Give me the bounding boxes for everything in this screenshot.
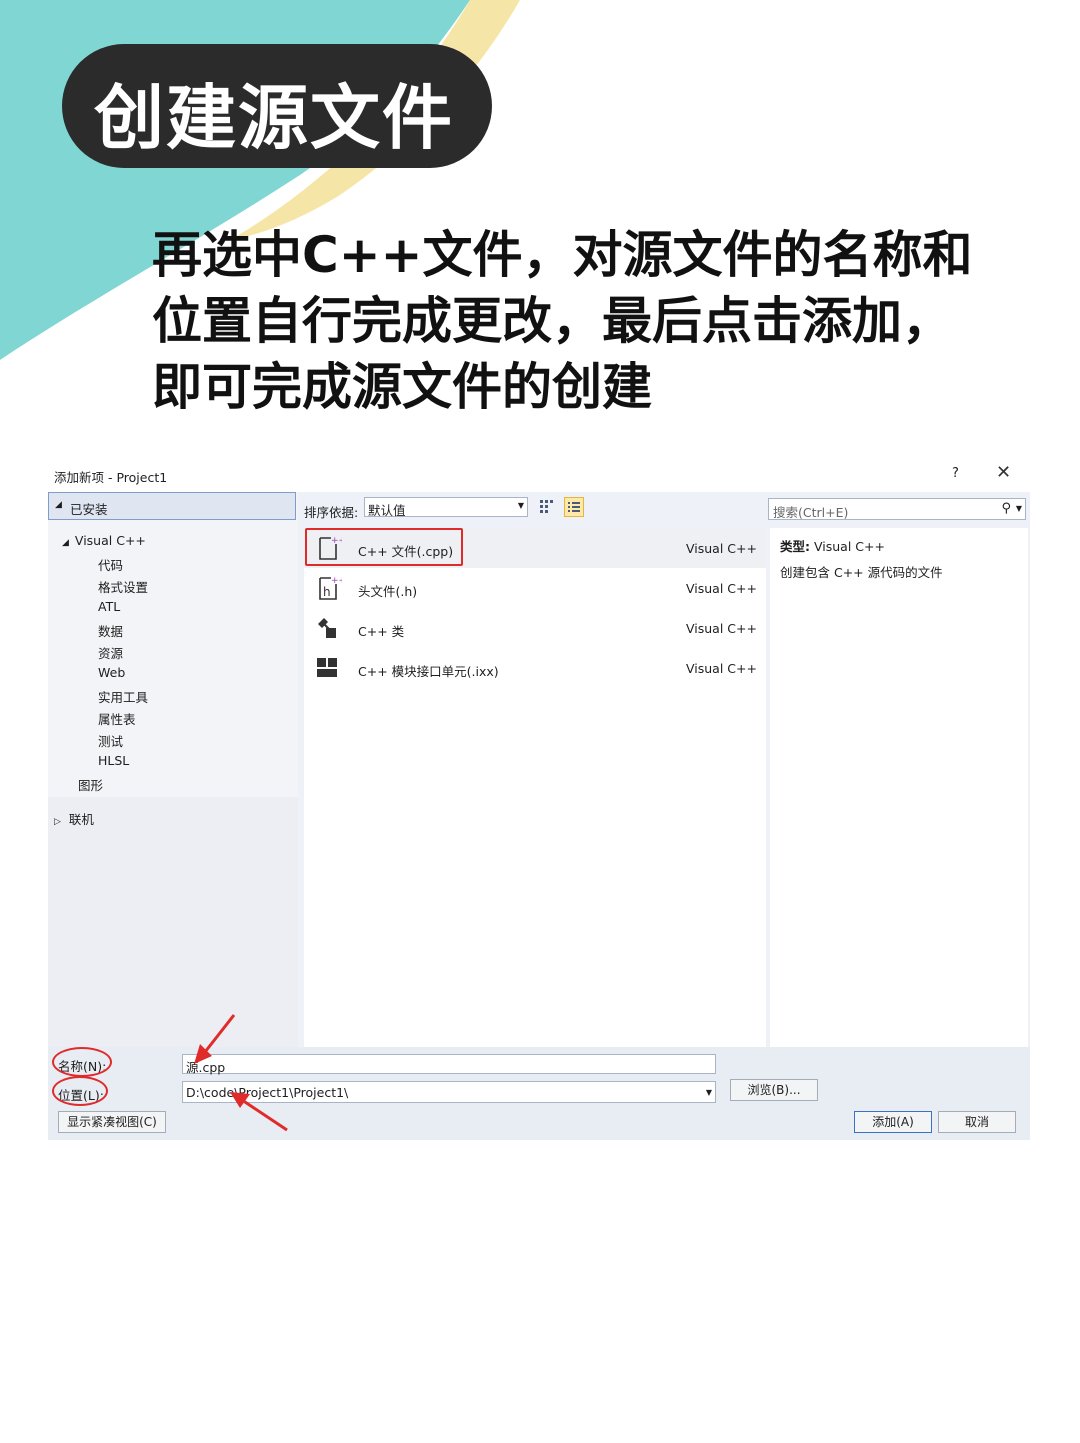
tree-item-visual-cpp[interactable]: ◢ Visual C++ (62, 533, 146, 548)
template-row-module[interactable]: C++ 模块接口单元(.ixx) Visual C++ (304, 648, 766, 688)
compact-view-button[interactable]: 显示紧凑视图(C) (58, 1111, 166, 1133)
template-language: Visual C++ (686, 621, 757, 636)
template-name: 头文件(.h) (358, 584, 418, 599)
template-name: C++ 类 (358, 624, 405, 639)
tree-item-utility[interactable]: 实用工具 (98, 687, 148, 706)
category-tree: ◢ 已安装 ◢ Visual C++ 代码 格式设置 ATL 数据 资源 Web … (48, 492, 298, 1047)
sort-value: 默认值 (368, 503, 406, 518)
sort-dropdown[interactable]: 默认值 ▼ (364, 497, 528, 518)
installed-label: 已安装 (70, 502, 108, 517)
name-field[interactable]: 源.cpp (182, 1054, 716, 1075)
search-placeholder: 搜索(Ctrl+E) (773, 505, 849, 520)
location-dropdown[interactable]: D:\code\Project1\Project1\ ▼ (182, 1081, 716, 1103)
installed-header[interactable]: ◢ 已安装 (48, 492, 296, 520)
template-info-pane: 类型: Visual C++ 创建包含 C++ 源代码的文件 (770, 528, 1028, 1047)
search-dropdown-icon[interactable]: ▼ (1016, 504, 1022, 513)
cpp-class-icon (318, 618, 336, 638)
template-language: Visual C++ (686, 541, 757, 556)
info-type-value: Visual C++ (813, 539, 885, 554)
template-list: ++ C++ 文件(.cpp) Visual C++ h ++ 头文件(.h) … (304, 528, 766, 1047)
svg-text:h: h (323, 585, 331, 599)
name-value: 源.cpp (186, 1060, 226, 1075)
online-label: 联机 (68, 812, 94, 827)
info-type-label: 类型: (780, 539, 810, 554)
list-view-icon[interactable] (564, 497, 584, 517)
tree-item-web[interactable]: Web (98, 665, 125, 680)
collapse-arrow-icon: ◢ (55, 500, 62, 510)
cancel-button[interactable]: 取消 (938, 1111, 1016, 1133)
tree-item-test[interactable]: 测试 (98, 731, 123, 750)
tree-item-data[interactable]: 数据 (98, 621, 123, 640)
tree-item-hlsl[interactable]: HLSL (98, 753, 129, 768)
template-language: Visual C++ (686, 661, 757, 676)
tree-root-label: Visual C++ (74, 533, 146, 548)
location-label-highlight (52, 1076, 108, 1106)
location-value: D:\code\Project1\Project1\ (186, 1085, 349, 1100)
browse-button[interactable]: 浏览(B)... (730, 1079, 818, 1101)
page-title: 创建源文件 (94, 77, 454, 159)
dialog-bottom-bar: 名称(N): 源.cpp 位置(L): D:\code\Project1\Pro… (48, 1047, 1030, 1140)
header-file-icon: h ++ (319, 576, 342, 600)
grid-view-icon[interactable] (540, 500, 554, 514)
template-row-header[interactable]: h ++ 头文件(.h) Visual C++ (304, 568, 766, 608)
dropdown-arrow-icon: ▼ (517, 501, 524, 510)
template-row-cpp[interactable]: ++ C++ 文件(.cpp) Visual C++ (304, 528, 766, 568)
template-row-class[interactable]: C++ 类 Visual C++ (304, 608, 766, 648)
search-icon[interactable]: ⚲ (1001, 501, 1011, 516)
svg-text:++: ++ (331, 576, 342, 586)
sort-label: 排序依据: (304, 505, 359, 520)
tree-item-online[interactable]: ▷ 联机 (54, 809, 94, 828)
add-button[interactable]: 添加(A) (854, 1111, 932, 1133)
instruction-line-1: 再选中C++文件，对源文件的名称和 (152, 226, 973, 284)
info-description: 创建包含 C++ 源代码的文件 (780, 565, 943, 580)
instruction-text: 再选中C++文件，对源文件的名称和 位置自行完成更改，最后点击添加， 即可完成源… (152, 222, 1052, 420)
tree-item-resource[interactable]: 资源 (98, 643, 123, 662)
tree-item-property-sheet[interactable]: 属性表 (98, 709, 136, 728)
red-highlight-box (305, 528, 463, 566)
search-input[interactable]: 搜索(Ctrl+E) ⚲ ▼ (768, 498, 1026, 520)
add-new-item-dialog: 添加新项 - Project1 ? ✕ ◢ 已安装 ◢ Visual C++ 代码… (48, 458, 1030, 1140)
tree-lower-area (48, 797, 298, 1047)
tree-item-graphics[interactable]: 图形 (78, 775, 103, 794)
template-name: C++ 模块接口单元(.ixx) (358, 664, 499, 679)
instruction-line-3: 即可完成源文件的创建 (152, 358, 652, 416)
help-button[interactable]: ? (952, 466, 959, 481)
dialog-titlebar: 添加新项 - Project1 ? ✕ (48, 458, 1030, 492)
dialog-title: 添加新项 - Project1 (54, 470, 168, 485)
instruction-line-2: 位置自行完成更改，最后点击添加， (152, 292, 952, 350)
expand-right-icon: ▷ (54, 817, 61, 827)
name-label-highlight (52, 1047, 112, 1077)
expand-arrow-icon: ◢ (62, 538, 69, 548)
module-icon (317, 658, 337, 677)
tree-item-code[interactable]: 代码 (98, 555, 123, 574)
close-button[interactable]: ✕ (996, 462, 1011, 483)
tree-item-atl[interactable]: ATL (98, 599, 120, 614)
template-language: Visual C++ (686, 581, 757, 596)
info-type: 类型: Visual C++ (780, 536, 885, 555)
dropdown-arrow-icon: ▼ (705, 1088, 712, 1097)
tree-item-formatting[interactable]: 格式设置 (98, 577, 148, 596)
